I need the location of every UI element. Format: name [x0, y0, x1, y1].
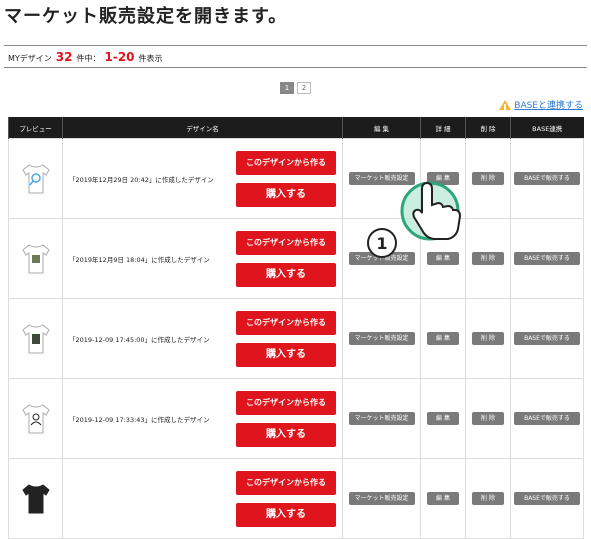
- edit-cell: マーケット販売設定: [342, 378, 421, 459]
- market-settings-button[interactable]: マーケット販売設定: [348, 412, 415, 425]
- pagination: 1 2: [0, 82, 591, 94]
- detail-cell: 編 集: [420, 458, 466, 539]
- edit-button[interactable]: 編 集: [427, 492, 459, 505]
- delete-button[interactable]: 削 除: [472, 332, 504, 345]
- tshirt-thumbnail[interactable]: [19, 162, 53, 196]
- table-row: このデザインから作る 購入する マーケット販売設定 編 集 削 除 BASEで販…: [8, 458, 584, 539]
- tshirt-thumbnail[interactable]: [19, 402, 53, 436]
- base-cell: BASEで販売する: [510, 458, 584, 539]
- edit-button[interactable]: 編 集: [427, 332, 459, 345]
- base-connect-link[interactable]: BASEと連携する: [499, 98, 583, 111]
- delete-cell: 削 除: [465, 218, 511, 299]
- market-settings-button[interactable]: マーケット販売設定: [348, 332, 415, 345]
- create-from-design-button[interactable]: このデザインから作る: [236, 390, 336, 415]
- detail-cell: 編 集: [420, 378, 466, 459]
- count-suffix: 件表示: [138, 54, 163, 63]
- buy-button[interactable]: 購入する: [236, 182, 336, 207]
- tshirt-thumbnail[interactable]: [19, 482, 53, 516]
- delete-cell: 削 除: [465, 298, 511, 379]
- tshirt-thumbnail[interactable]: [19, 242, 53, 276]
- sell-on-base-button[interactable]: BASEで販売する: [514, 412, 580, 425]
- table-row: 「2019-12-09 17:45:00」に作成したデザイン このデザインから作…: [8, 298, 584, 379]
- create-from-design-button[interactable]: このデザインから作る: [236, 470, 336, 495]
- name-cell: 「2019年12月29日 20:42」に作成したデザイン このデザインから作る …: [62, 138, 343, 219]
- edit-button[interactable]: 編 集: [427, 412, 459, 425]
- market-settings-button[interactable]: マーケット販売設定: [348, 492, 415, 505]
- sell-on-base-button[interactable]: BASEで販売する: [514, 332, 580, 345]
- pointer-hand-icon: [400, 181, 462, 241]
- edit-cell: マーケット販売設定: [342, 298, 421, 379]
- buy-button[interactable]: 購入する: [236, 342, 336, 367]
- count-total: 32: [55, 50, 73, 64]
- buy-button[interactable]: 購入する: [236, 502, 336, 527]
- name-cell: このデザインから作る 購入する: [62, 458, 343, 539]
- preview-cell: [8, 218, 63, 299]
- column-preview: プレビュー: [8, 117, 63, 139]
- delete-button[interactable]: 削 除: [472, 172, 504, 185]
- preview-cell: [8, 378, 63, 459]
- page-title: マーケット販売設定を開きます。: [4, 6, 288, 27]
- name-cell: 「2019年12月9日 18:04」に作成したデザイン このデザインから作る 購…: [62, 218, 343, 299]
- table-row: 「2019年12月9日 18:04」に作成したデザイン このデザインから作る 購…: [8, 218, 584, 299]
- preview-cell: [8, 298, 63, 379]
- preview-cell: [8, 458, 63, 539]
- page-2-button[interactable]: 2: [297, 82, 311, 94]
- design-name: 「2019年12月29日 20:42」に作成したデザイン: [69, 175, 214, 184]
- column-design-name: デザイン名: [62, 117, 343, 139]
- table-row: 「2019年12月29日 20:42」に作成したデザイン このデザインから作る …: [8, 138, 584, 219]
- base-cell: BASEで販売する: [510, 378, 584, 459]
- sell-on-base-button[interactable]: BASEで販売する: [514, 172, 580, 185]
- column-edit: 編 集: [342, 117, 421, 139]
- create-from-design-button[interactable]: このデザインから作る: [236, 230, 336, 255]
- count-prefix: MYデザイン: [8, 54, 52, 63]
- name-cell: 「2019-12-09 17:45:00」に作成したデザイン このデザインから作…: [62, 298, 343, 379]
- delete-button[interactable]: 削 除: [472, 412, 504, 425]
- column-base: BASE連携: [510, 117, 584, 139]
- base-cell: BASEで販売する: [510, 298, 584, 379]
- base-logo-icon: [499, 99, 512, 110]
- edit-button[interactable]: 編 集: [427, 252, 459, 265]
- table-header: プレビュー デザイン名 編 集 詳 細 削 除 BASE連携: [8, 117, 584, 139]
- delete-button[interactable]: 削 除: [472, 492, 504, 505]
- table-row: 「2019-12-09 17:33:43」に作成したデザイン このデザインから作…: [8, 378, 584, 459]
- divider: [4, 67, 587, 68]
- base-connect-label: BASEと連携する: [514, 101, 583, 111]
- delete-cell: 削 除: [465, 458, 511, 539]
- buy-button[interactable]: 購入する: [236, 422, 336, 447]
- create-from-design-button[interactable]: このデザインから作る: [236, 310, 336, 335]
- delete-cell: 削 除: [465, 378, 511, 459]
- design-name: 「2019年12月9日 18:04」に作成したデザイン: [69, 255, 210, 264]
- detail-cell: 編 集: [420, 298, 466, 379]
- column-detail: 詳 細: [420, 117, 466, 139]
- design-name: 「2019-12-09 17:45:00」に作成したデザイン: [69, 335, 210, 344]
- create-from-design-button[interactable]: このデザインから作る: [236, 150, 336, 175]
- page-1-button[interactable]: 1: [280, 82, 294, 94]
- base-cell: BASEで販売する: [510, 218, 584, 299]
- design-table: プレビュー デザイン名 編 集 詳 細 削 除 BASE連携 「2019年12月…: [8, 117, 584, 539]
- column-delete: 削 除: [465, 117, 511, 139]
- divider: [4, 45, 587, 46]
- preview-cell: [8, 138, 63, 219]
- sell-on-base-button[interactable]: BASEで販売する: [514, 492, 580, 505]
- buy-button[interactable]: 購入する: [236, 262, 336, 287]
- tshirt-thumbnail[interactable]: [19, 322, 53, 356]
- delete-cell: 削 除: [465, 138, 511, 219]
- count-range: 1-20: [104, 50, 135, 64]
- step-number-badge: 1: [367, 228, 397, 258]
- name-cell: 「2019-12-09 17:33:43」に作成したデザイン このデザインから作…: [62, 378, 343, 459]
- count-middle: 件中：: [76, 54, 101, 63]
- sell-on-base-button[interactable]: BASEで販売する: [514, 252, 580, 265]
- delete-button[interactable]: 削 除: [472, 252, 504, 265]
- edit-cell: マーケット販売設定: [342, 458, 421, 539]
- design-name: 「2019-12-09 17:33:43」に作成したデザイン: [69, 415, 210, 424]
- base-cell: BASEで販売する: [510, 138, 584, 219]
- design-count: MYデザイン 32 件中： 1-20 件表示: [8, 50, 163, 64]
